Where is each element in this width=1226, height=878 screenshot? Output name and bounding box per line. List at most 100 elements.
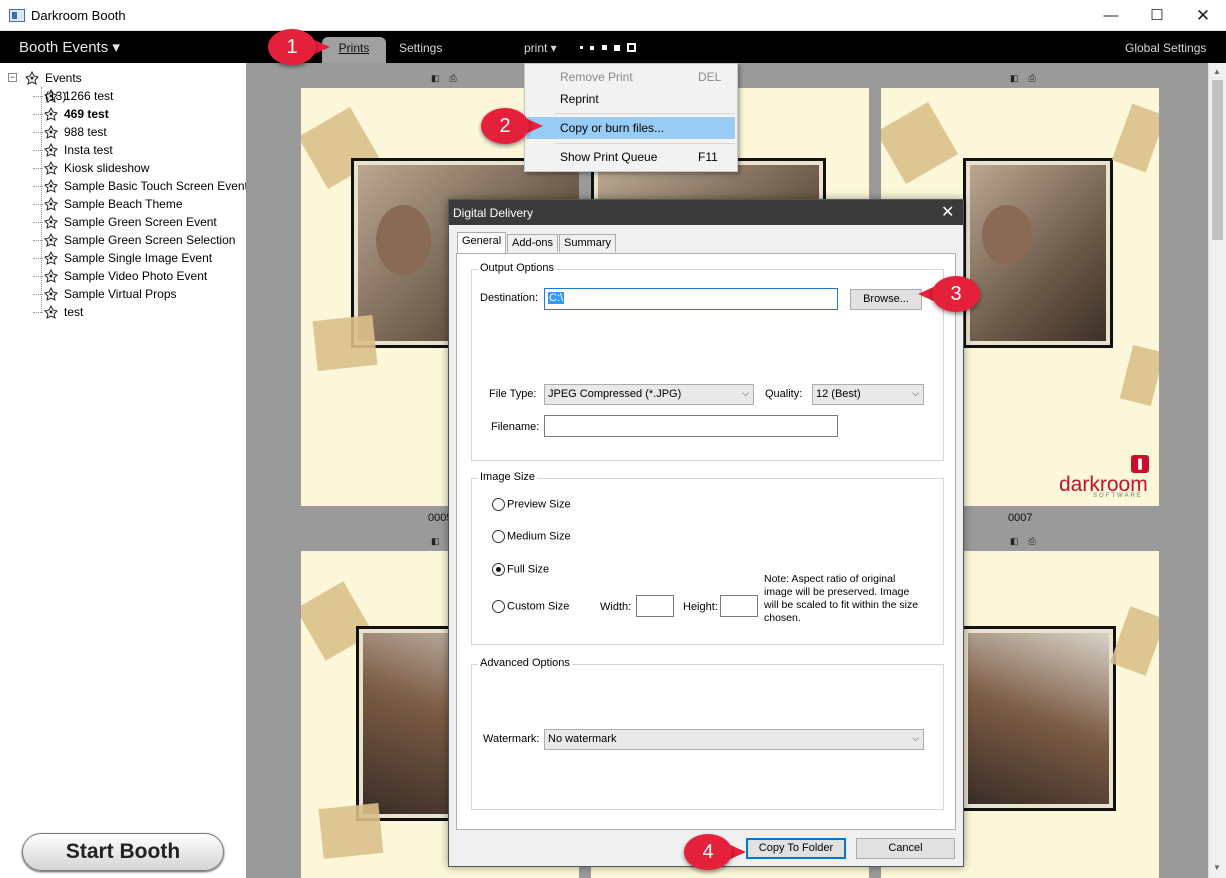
- menu-item-copy-or-burn[interactable]: Copy or burn files...: [527, 117, 735, 139]
- watermark-label: Watermark:: [483, 733, 540, 745]
- filename-label: Filename:: [491, 421, 540, 433]
- browse-button[interactable]: Browse...: [850, 289, 922, 310]
- event-item-label: Sample Basic Touch Screen Event: [64, 179, 248, 193]
- event-icon: [44, 125, 58, 139]
- tab-prints[interactable]: Prints: [322, 37, 386, 63]
- menu-separator: [555, 143, 735, 144]
- event-icon: [44, 305, 58, 319]
- close-window-button[interactable]: ✕: [1180, 0, 1226, 31]
- watermark-select[interactable]: No watermark ⌵: [544, 729, 924, 750]
- radio-preview-size[interactable]: Preview Size: [492, 498, 571, 511]
- event-item-label: Sample Single Image Event: [64, 251, 213, 265]
- tree-connector: [33, 276, 43, 277]
- tab-settings[interactable]: Settings: [399, 41, 442, 55]
- photo-label: 0007: [1008, 512, 1033, 524]
- event-item-label: 1266 test: [64, 89, 114, 103]
- dialog-close-button[interactable]: ✕: [941, 202, 954, 222]
- minimize-button[interactable]: —: [1088, 0, 1134, 31]
- tree-connector: [33, 222, 43, 223]
- tree-connector: [33, 186, 43, 187]
- edit-icon[interactable]: ◧: [1010, 536, 1019, 546]
- menu-item-show-print-queue[interactable]: Show Print Queue F11: [527, 146, 735, 168]
- width-label: Width:: [600, 601, 632, 613]
- destination-input[interactable]: C:\: [544, 288, 838, 310]
- edit-icon[interactable]: ◧: [431, 536, 440, 546]
- tree-connector: [33, 168, 43, 169]
- file-type-label: File Type:: [489, 388, 537, 400]
- print-menu[interactable]: print ▾: [524, 41, 557, 55]
- radio-icon: [492, 498, 505, 511]
- advanced-options-legend: Advanced Options: [478, 657, 572, 669]
- printer-icon[interactable]: ⎙: [1029, 73, 1036, 83]
- radio-full-size[interactable]: Full Size: [492, 563, 549, 576]
- tape-decoration: [1119, 344, 1159, 407]
- tree-connector: [33, 312, 43, 313]
- output-options-legend: Output Options: [478, 262, 556, 274]
- digital-delivery-dialog: Digital Delivery ✕ General Add-ons Summa…: [448, 199, 964, 867]
- event-icon: [44, 233, 58, 247]
- scroll-up-icon[interactable]: ▲: [1213, 67, 1221, 76]
- logo-mark-icon: ❚: [1131, 455, 1149, 473]
- thumb-size-1-icon[interactable]: [580, 46, 583, 50]
- advanced-options-group: Advanced Options Watermark: No watermark…: [471, 657, 944, 810]
- radio-custom-size[interactable]: Custom Size: [492, 600, 569, 613]
- thumb-toolbar: ◧ ⎙: [1010, 536, 1046, 547]
- callout-2: 2: [481, 108, 543, 144]
- event-icon: [44, 143, 58, 157]
- thumb-size-3-icon[interactable]: [601, 45, 607, 51]
- destination-label: Destination:: [480, 292, 539, 304]
- radio-medium-size[interactable]: Medium Size: [492, 530, 571, 543]
- tab-summary[interactable]: Summary: [559, 234, 617, 252]
- quality-select[interactable]: 12 (Best) ⌵: [812, 384, 924, 405]
- tab-general[interactable]: General: [457, 232, 507, 254]
- thumbnail-size-selector[interactable]: [580, 40, 640, 54]
- printer-icon[interactable]: ⎙: [1029, 536, 1036, 546]
- person-figure: [376, 205, 431, 275]
- photo-frame: [961, 626, 1116, 811]
- gallery-scrollbar[interactable]: ▲ ▼: [1208, 63, 1226, 878]
- event-item-label: test: [64, 305, 84, 319]
- callout-3: 3: [918, 276, 980, 312]
- maximize-button[interactable]: ☐: [1134, 0, 1180, 31]
- cancel-button[interactable]: Cancel: [856, 838, 955, 859]
- width-input[interactable]: [636, 595, 674, 617]
- edit-icon[interactable]: ◧: [1010, 73, 1019, 83]
- thumb-toolbar: ◧: [431, 536, 450, 547]
- event-icon: [44, 269, 58, 283]
- event-icon: [44, 197, 58, 211]
- dialog-title: Digital Delivery: [453, 206, 534, 220]
- start-booth-button[interactable]: Start Booth: [22, 833, 224, 871]
- thumb-size-5-icon[interactable]: [627, 43, 637, 53]
- event-icon: [44, 215, 58, 229]
- dialog-title-bar: Digital Delivery ✕: [449, 200, 963, 225]
- menu-item-remove-print[interactable]: Remove Print DEL: [527, 66, 735, 88]
- global-settings-link[interactable]: Global Settings: [1125, 41, 1206, 55]
- printer-icon[interactable]: ⎙: [450, 73, 457, 83]
- height-input[interactable]: [720, 595, 758, 617]
- thumb-size-4-icon[interactable]: [614, 44, 621, 51]
- filename-input[interactable]: [544, 415, 838, 437]
- tree-connector: [33, 132, 43, 133]
- thumb-size-2-icon[interactable]: [590, 45, 595, 50]
- tree-connector: [33, 114, 43, 115]
- tree-connector: [33, 204, 43, 205]
- edit-icon[interactable]: ◧: [431, 73, 440, 83]
- tree-connector: [33, 240, 43, 241]
- file-type-select[interactable]: JPEG Compressed (*.JPG) ⌵: [544, 384, 754, 405]
- main-menu-bar: Booth Events ▾ Prints Settings print ▾ G…: [0, 31, 1226, 63]
- scroll-down-icon[interactable]: ▼: [1213, 863, 1221, 872]
- scroll-thumb[interactable]: [1212, 80, 1223, 240]
- chevron-down-icon: ⌵: [912, 388, 919, 398]
- event-item-label: Sample Green Screen Event: [64, 215, 217, 229]
- menu-item-reprint[interactable]: Reprint: [527, 88, 735, 110]
- tab-add-ons[interactable]: Add-ons: [507, 234, 558, 252]
- event-icon: [44, 287, 58, 301]
- image-size-legend: Image Size: [478, 471, 538, 483]
- collapse-toggle[interactable]: −: [8, 73, 17, 82]
- booth-events-menu[interactable]: Booth Events ▾: [19, 38, 120, 56]
- thumb-toolbar: ◧ ⎙: [1010, 73, 1046, 84]
- copy-to-folder-button[interactable]: Copy To Folder: [746, 838, 846, 859]
- quality-label: Quality:: [765, 388, 803, 400]
- tree-connector: [41, 87, 42, 313]
- event-icon: [44, 161, 58, 175]
